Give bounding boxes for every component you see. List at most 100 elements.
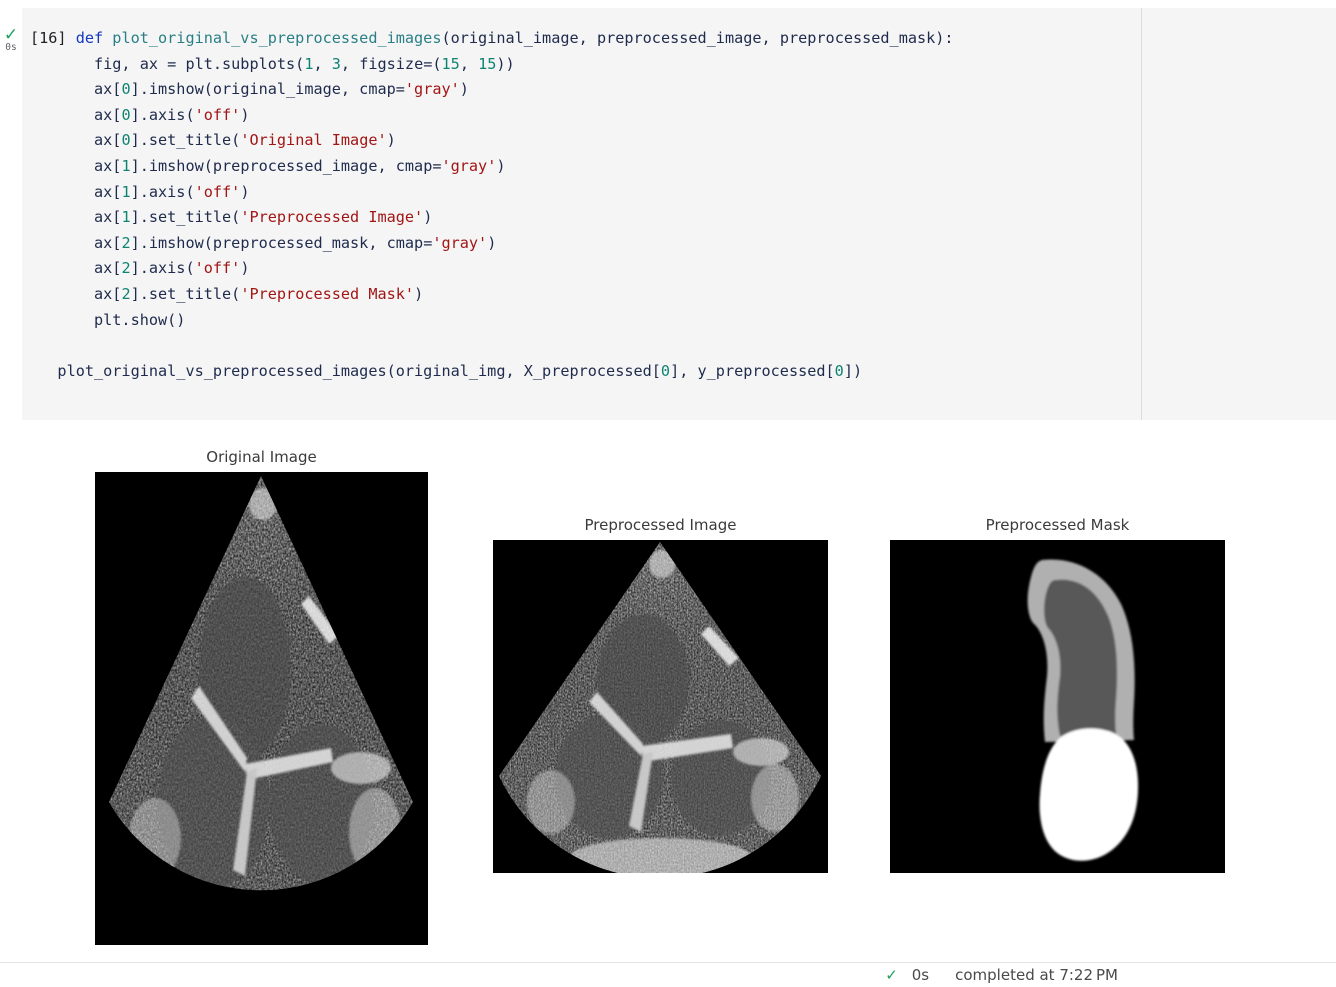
code-token: ax[ [30, 284, 122, 303]
subplot-preprocessed-image: Preprocessed Image [493, 498, 828, 898]
code-token: 2 [121, 233, 131, 252]
code-token: original_image [450, 29, 579, 47]
code-token: ].set_title( [130, 208, 241, 227]
ultrasound-preprocessed-svg [493, 540, 828, 873]
code-token: ) [487, 233, 497, 252]
code-token: plot_original_vs_preprocessed_images(ori… [30, 361, 661, 380]
code-token: 0 [121, 105, 131, 124]
code-token: ].imshow(preprocessed_mask, cmap= [130, 233, 433, 252]
code-token: ].axis( [130, 105, 195, 124]
code-token: ax[ [30, 182, 122, 201]
code-token: plt.show() [30, 310, 186, 329]
segmentation-mask-svg [890, 540, 1225, 873]
code-token: ) [414, 284, 424, 303]
figure-output-area: Original Image Preprocessed Image Prepro… [0, 420, 1336, 960]
code-token: 1 [121, 208, 131, 227]
code-token: 'off' [194, 182, 241, 201]
code-line: ax[2].set_title('Preprocessed Mask') [30, 282, 1336, 308]
code-token: ) [240, 182, 250, 201]
code-token: 0 [660, 361, 671, 380]
code-token: fig, ax = plt.subplots( [30, 54, 305, 73]
ultrasound-original-svg [95, 472, 428, 945]
notebook-page: ✓ 0s [16] def plot_original_vs_preproces… [0, 0, 1336, 987]
code-token: def [75, 29, 113, 47]
preprocessed-image-canvas [493, 540, 828, 873]
preprocessed-mask-canvas [890, 540, 1225, 873]
code-token: , [578, 29, 597, 47]
code-token: ) [459, 80, 469, 99]
code-token: ( [441, 29, 451, 47]
code-token: 15 [478, 54, 497, 73]
code-token: 'off' [194, 259, 241, 278]
code-token: 'Preprocessed Mask' [240, 284, 415, 303]
code-token: 0 [121, 131, 131, 150]
code-token: ].axis( [130, 182, 195, 201]
code-token: ) [386, 131, 396, 150]
subplot-original-image: Original Image [95, 430, 428, 945]
code-line: ax[0].imshow(original_image, cmap='gray'… [30, 77, 1336, 103]
cell-run-gutter: ✓ 0s [0, 0, 22, 420]
code-token: 1 [121, 182, 131, 201]
code-line: plt.show() [30, 308, 1336, 334]
status-check-icon: ✓ [885, 966, 898, 984]
code-token: ) [240, 105, 250, 124]
code-token: , [459, 54, 479, 73]
code-token: ].axis( [130, 259, 195, 278]
code-token: )) [496, 54, 515, 73]
status-message: completed at 7:22 PM [955, 966, 1118, 984]
code-token: , [313, 54, 332, 73]
subplot-title-preprocessed-image: Preprocessed Image [584, 516, 737, 534]
status-duration: 0s [911, 966, 930, 984]
code-token: 2 [121, 259, 131, 278]
code-token: 'Original Image' [240, 131, 387, 150]
code-token: ax[ [30, 259, 122, 278]
code-line: ax[1].imshow(preprocessed_image, cmap='g… [30, 154, 1336, 180]
code-token: 'gray' [404, 80, 460, 99]
code-token: ax[ [30, 80, 122, 99]
code-token: 'Preprocessed Image' [240, 208, 424, 227]
code-token: 0 [121, 80, 131, 99]
code-line: ax[0].set_title('Original Image') [30, 128, 1336, 154]
code-editor-text[interactable]: [16] def plot_original_vs_preprocessed_i… [30, 26, 1336, 384]
code-token: 'gray' [441, 156, 497, 175]
code-token: ax[ [30, 233, 122, 252]
code-line: ax[1].set_title('Preprocessed Image') [30, 205, 1336, 231]
run-duration-label: 0s [5, 42, 17, 53]
code-token: [16] [30, 29, 76, 47]
code-line: ax[2].imshow(preprocessed_mask, cmap='gr… [30, 231, 1336, 257]
code-token: ) [496, 156, 506, 175]
code-token: ) [423, 208, 433, 227]
original-image-canvas [95, 472, 428, 945]
code-token: ]) [843, 361, 863, 380]
code-line: fig, ax = plt.subplots(1, 3, figsize=(15… [30, 52, 1336, 78]
code-token: ].imshow(preprocessed_image, cmap= [130, 156, 442, 175]
code-token: ) [240, 259, 250, 278]
code-token: ].set_title( [130, 131, 241, 150]
code-token: 'off' [194, 105, 241, 124]
code-token: preprocessed_mask [779, 29, 936, 47]
code-cell[interactable]: [16] def plot_original_vs_preprocessed_i… [22, 8, 1336, 420]
code-token: ], y_preprocessed[ [670, 361, 835, 380]
code-token: plot_original_vs_preprocessed_images [112, 29, 442, 47]
subplot-title-original: Original Image [206, 448, 317, 466]
code-token: ax[ [30, 156, 122, 175]
subplot-preprocessed-mask: Preprocessed Mask [890, 498, 1225, 898]
code-token: ].set_title( [130, 284, 241, 303]
code-token: ax[ [30, 131, 122, 150]
code-token: 3 [331, 54, 341, 73]
code-line: [16] def plot_original_vs_preprocessed_i… [30, 26, 1336, 52]
code-token: ax[ [30, 208, 122, 227]
code-line: ax[2].axis('off') [30, 256, 1336, 282]
code-token: preprocessed_image [596, 29, 762, 47]
code-token: 2 [121, 284, 131, 303]
cell-status-bar: ✓ 0s completed at 7:22 PM [0, 963, 1336, 987]
code-token: 0 [834, 361, 844, 380]
subplot-title-preprocessed-mask: Preprocessed Mask [985, 516, 1130, 534]
code-line: ax[1].axis('off') [30, 180, 1336, 206]
code-token: 'gray' [432, 233, 488, 252]
code-token: 15 [441, 54, 460, 73]
code-line: plot_original_vs_preprocessed_images(ori… [30, 359, 1336, 385]
code-line: ax[0].axis('off') [30, 103, 1336, 129]
code-token: ): [935, 29, 954, 47]
